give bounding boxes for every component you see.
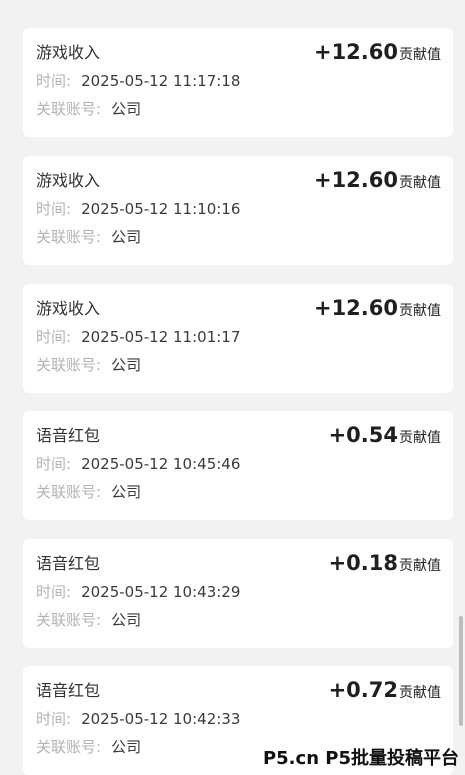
record-title: 语音红包 [36,426,101,445]
account-value: 公司 [111,611,142,629]
time-value: 2025-05-12 11:01:17 [81,328,241,346]
record-card[interactable]: 语音红包 +0.54贡献值 时间: 2025-05-12 10:45:46 关联账… [23,411,453,520]
amount-value: +0.72 [328,678,398,702]
account-label: 关联账号: [36,356,102,374]
time-value: 2025-05-12 10:43:29 [81,583,241,601]
time-label: 时间: [36,455,72,473]
record-account-row: 关联账号: 公司 [36,227,141,247]
watermark: P5.cn P5批量投稿平台 [262,748,459,769]
record-amount: +0.54贡献值 [329,422,441,451]
record-account-row: 关联账号: 公司 [36,355,141,375]
record-card[interactable]: 语音红包 +0.18贡献值 时间: 2025-05-12 10:43:29 关联账… [23,539,453,648]
amount-unit: 贡献值 [399,685,441,701]
time-label: 时间: [36,328,72,346]
account-label: 关联账号: [36,228,102,246]
account-label: 关联账号: [36,738,102,756]
record-amount: +12.60贡献值 [314,295,441,324]
amount-unit: 贡献值 [399,175,441,191]
time-value: 2025-05-12 10:42:33 [81,710,241,728]
time-label: 时间: [36,583,72,601]
account-value: 公司 [111,483,142,501]
amount-unit: 贡献值 [399,558,441,574]
scrollbar[interactable] [459,616,463,726]
record-account-row: 关联账号: 公司 [36,610,141,630]
account-label: 关联账号: [36,483,102,501]
record-time-row: 时间: 2025-05-12 11:17:18 [36,71,240,91]
time-value: 2025-05-12 10:45:46 [81,455,241,473]
record-time-row: 时间: 2025-05-12 11:01:17 [36,327,240,347]
time-label: 时间: [36,72,72,90]
record-time-row: 时间: 2025-05-12 10:42:33 [36,709,240,729]
record-account-row: 关联账号: 公司 [36,482,141,502]
time-label: 时间: [36,200,72,218]
record-card[interactable]: 游戏收入 +12.60贡献值 时间: 2025-05-12 11:17:18 关联… [23,28,453,137]
record-amount: +12.60贡献值 [314,39,441,68]
record-card[interactable]: 游戏收入 +12.60贡献值 时间: 2025-05-12 11:01:17 关联… [23,284,453,393]
record-time-row: 时间: 2025-05-12 11:10:16 [36,199,240,219]
record-amount: +12.60贡献值 [314,167,441,196]
amount-value: +12.60 [313,296,398,320]
record-amount: +0.72贡献值 [329,677,441,706]
record-title: 游戏收入 [36,299,101,318]
record-account-row: 关联账号: 公司 [36,99,141,119]
amount-unit: 贡献值 [399,47,441,63]
record-time-row: 时间: 2025-05-12 10:43:29 [36,582,240,602]
amount-value: +0.54 [328,423,398,447]
record-title: 游戏收入 [36,43,101,62]
record-title: 语音红包 [36,554,101,573]
account-value: 公司 [111,738,142,756]
record-card[interactable]: 游戏收入 +12.60贡献值 时间: 2025-05-12 11:10:16 关联… [23,156,453,265]
time-label: 时间: [36,710,72,728]
account-label: 关联账号: [36,100,102,118]
record-account-row: 关联账号: 公司 [36,737,141,757]
record-time-row: 时间: 2025-05-12 10:45:46 [36,454,240,474]
account-value: 公司 [111,228,142,246]
account-value: 公司 [111,100,142,118]
amount-value: +12.60 [313,40,398,64]
record-amount: +0.18贡献值 [329,550,441,579]
account-label: 关联账号: [36,611,102,629]
amount-unit: 贡献值 [399,303,441,319]
record-title: 语音红包 [36,681,101,700]
amount-value: +0.18 [328,551,398,575]
time-value: 2025-05-12 11:17:18 [81,72,241,90]
account-value: 公司 [111,356,142,374]
amount-unit: 贡献值 [399,430,441,446]
time-value: 2025-05-12 11:10:16 [81,200,241,218]
amount-value: +12.60 [313,168,398,192]
record-title: 游戏收入 [36,171,101,190]
